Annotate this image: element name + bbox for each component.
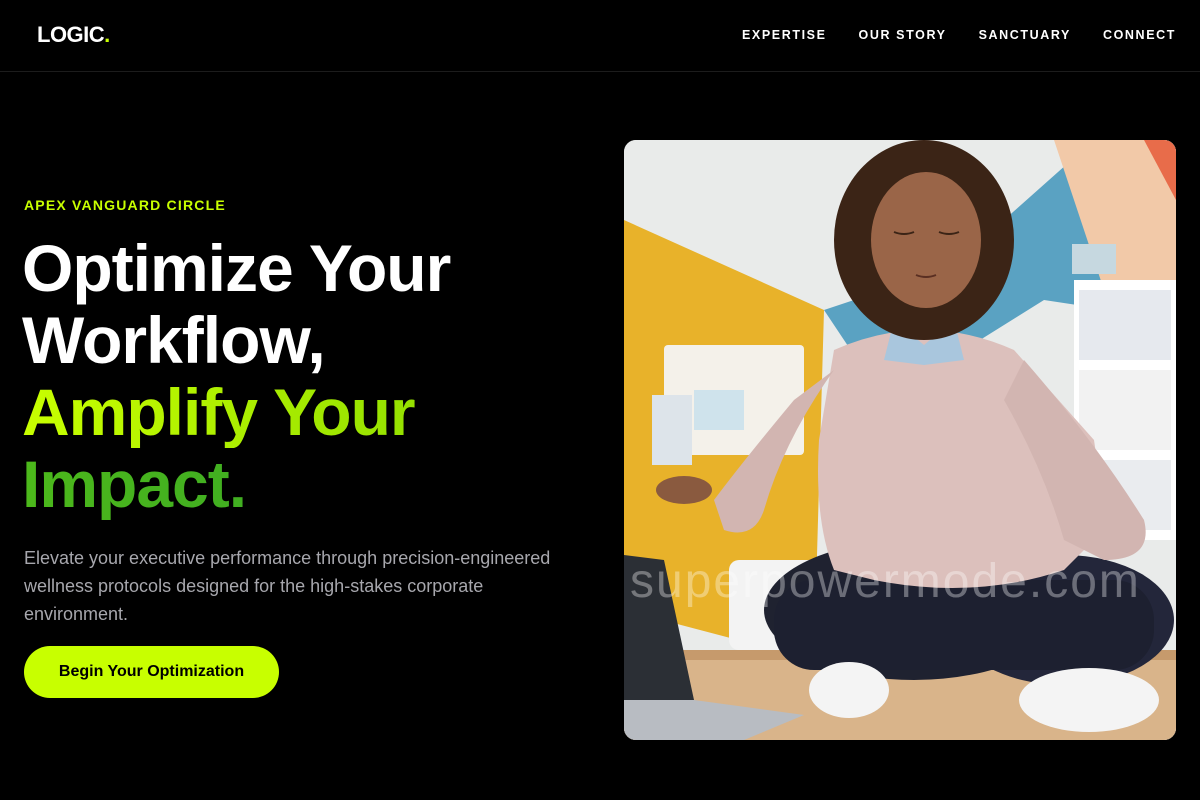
main-nav: EXPERTISE OUR STORY SANCTUARY CONNECT [742, 28, 1176, 42]
nav-connect[interactable]: CONNECT [1103, 28, 1176, 42]
headline-line-4: Impact. [22, 448, 582, 520]
nav-our-story[interactable]: OUR STORY [859, 28, 947, 42]
brand-dot: . [104, 22, 110, 47]
site-header: LOGIC. EXPERTISE OUR STORY SANCTUARY CON… [0, 0, 1200, 72]
image-watermark: superpowermode.com [630, 555, 1141, 608]
nav-sanctuary[interactable]: SANCTUARY [979, 28, 1071, 42]
hero-subcopy: Elevate your executive performance throu… [24, 548, 551, 624]
brand-name: LOGIC [37, 22, 105, 47]
nav-expertise[interactable]: EXPERTISE [742, 28, 827, 42]
brand-logo[interactable]: LOGIC. [37, 22, 110, 48]
meditation-photo-illustration [624, 140, 1176, 740]
hero-image: superpowermode.com [624, 140, 1176, 740]
headline-line-3: Amplify Your [22, 376, 582, 448]
hero-headline: Optimize Your Workflow, Amplify Your Imp… [22, 232, 582, 520]
hero-eyebrow: APEX VANGUARD CIRCLE [24, 197, 226, 213]
headline-line-2: Workflow, [22, 303, 326, 377]
headline-line-1: Optimize Your [22, 231, 451, 305]
begin-optimization-button[interactable]: Begin Your Optimization [24, 646, 279, 698]
